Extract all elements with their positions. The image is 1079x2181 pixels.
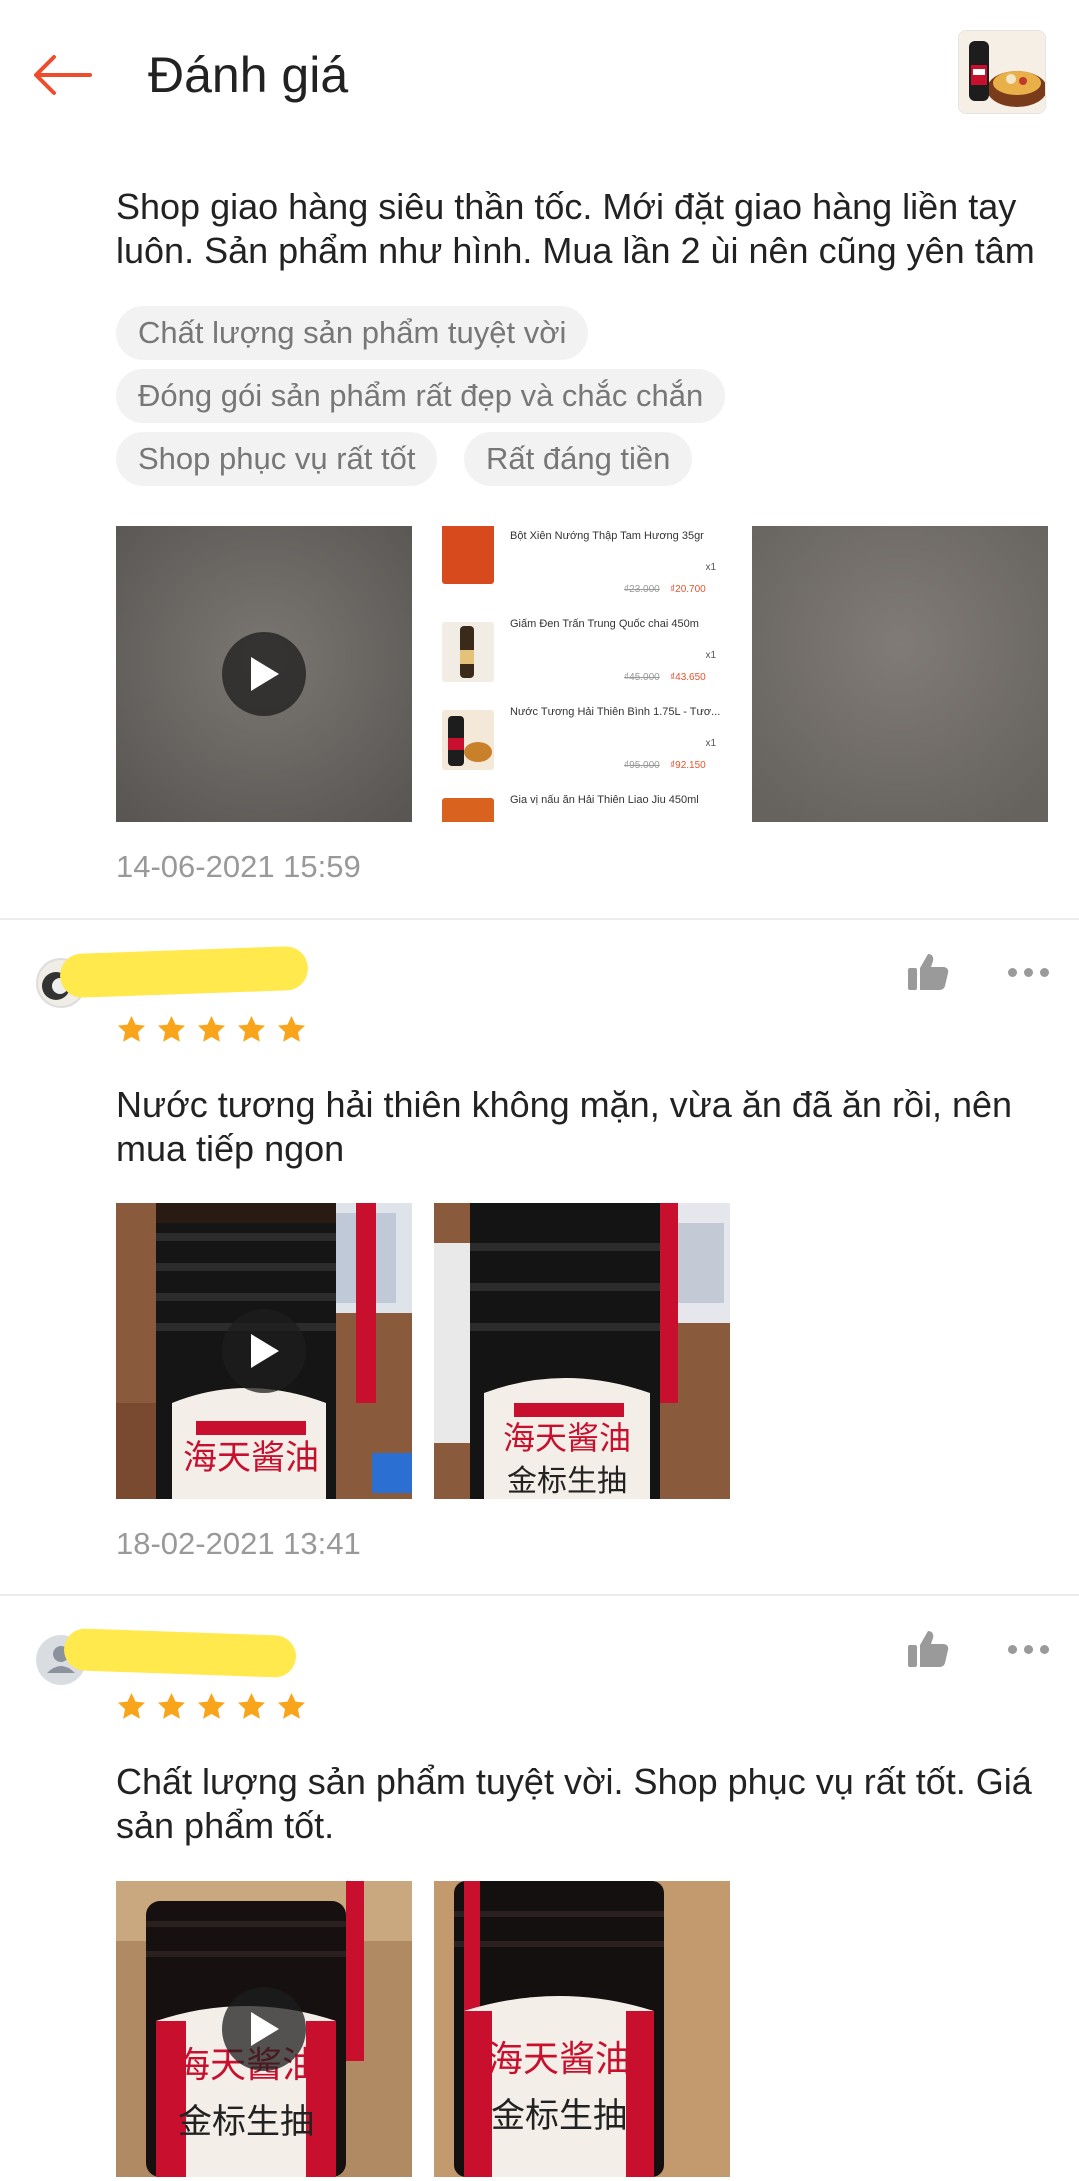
review-3-stars <box>116 1691 307 1722</box>
star-icon <box>157 1692 186 1719</box>
receipt-item: Giấm Đen Trấn Trung Quốc chai 450m x1 ₫4… <box>434 614 730 704</box>
star-icon <box>277 1015 306 1042</box>
review-1-tag-quality: Chất lượng sản phẩm tuyệt vời <box>116 306 589 360</box>
review-2-timestamp: 18-02-2021 13:41 <box>116 1526 361 1561</box>
page-title: Đánh giá <box>148 47 349 103</box>
reviewer-3-name-redacted <box>63 1627 297 1679</box>
star-icon <box>237 1015 266 1042</box>
more-dot <box>1039 1644 1049 1654</box>
review-3-photo[interactable]: 海天酱油 金标生抽 <box>434 1881 730 2177</box>
review-1-photo[interactable] <box>752 526 1048 822</box>
review-1-timestamp: 14-06-2021 15:59 <box>116 849 361 884</box>
thumbs-up-icon <box>908 1631 949 1667</box>
receipt-item: Bột Xiên Nướng Thập Tam Hương 35gr x1 ₫2… <box>434 526 730 616</box>
star-icon <box>237 1692 266 1719</box>
review-1-video[interactable] <box>116 526 412 822</box>
play-icon[interactable] <box>222 632 306 716</box>
app-header: Đánh giá <box>0 0 1079 142</box>
more-dot <box>1007 1644 1017 1654</box>
more-dot <box>1023 967 1033 977</box>
receipt-item: Nước Tương Hải Thiên Bình 1.75L - Tươ...… <box>434 702 730 792</box>
star-icon <box>197 1692 226 1719</box>
review-1-tag-packaging: Đóng gói sản phẩm rất đẹp và chắc chắn <box>116 369 726 423</box>
review-2-photo[interactable]: 海天酱油 金标生抽 <box>434 1203 730 1499</box>
bottle-label-text: 海天酱油 <box>503 1419 631 1457</box>
bottle-sub-label-text: 金标生抽 <box>507 1464 627 1499</box>
more-dot <box>1039 967 1049 977</box>
review-2-more-button[interactable] <box>1000 948 1056 996</box>
review-3-more-button[interactable] <box>1000 1625 1056 1673</box>
star-icon <box>157 1015 186 1042</box>
review-2-like-button[interactable] <box>904 948 952 996</box>
star-icon <box>117 1015 146 1042</box>
review-3-text: Chất lượng sản phẩm tuyệt vời. Shop phục… <box>116 1761 1032 1846</box>
review-1-tag-value: Rất đáng tiền <box>464 432 693 486</box>
bottle-sub-label-text: 金标生抽 <box>491 2096 627 2136</box>
star-icon <box>117 1692 146 1719</box>
back-arrow-icon <box>34 55 92 95</box>
review-3-video[interactable]: 海天酱油 金标生抽 <box>116 1881 412 2177</box>
play-icon[interactable] <box>222 1987 306 2071</box>
star-icon <box>277 1692 306 1719</box>
review-2-video[interactable]: 海天酱油 <box>116 1203 412 1499</box>
play-icon[interactable] <box>222 1309 306 1393</box>
star-icon <box>197 1015 226 1042</box>
back-button[interactable] <box>28 40 98 110</box>
review-divider <box>0 1594 1079 1596</box>
review-1-tag-service: Shop phục vụ rất tốt <box>116 432 438 486</box>
receipt-item: Gia vị nấu ăn Hải Thiên Liao Jiu 450ml <box>434 790 730 822</box>
review-1-text: Shop giao hàng siêu thần tốc. Mới đặt gi… <box>116 186 1035 271</box>
product-thumbnail[interactable] <box>958 30 1046 114</box>
thumbs-up-icon <box>908 954 949 990</box>
review-3-like-button[interactable] <box>904 1625 952 1673</box>
bottle-sub-label-text: 金标生抽 <box>178 2102 314 2142</box>
more-dot <box>1023 1644 1033 1654</box>
review-1-receipt-image[interactable]: Bột Xiên Nướng Thập Tam Hương 35gr x1 ₫2… <box>434 526 730 822</box>
bottle-label-text: 海天酱油 <box>487 2039 631 2080</box>
bottle-label-text: 海天酱油 <box>183 1438 319 1478</box>
review-divider <box>0 918 1079 920</box>
reviewer-2-name-redacted <box>59 945 309 999</box>
review-2-stars <box>116 1014 307 1045</box>
review-2-text: Nước tương hải thiên không mặn, vừa ăn đ… <box>116 1084 1013 1169</box>
more-dot <box>1007 967 1017 977</box>
